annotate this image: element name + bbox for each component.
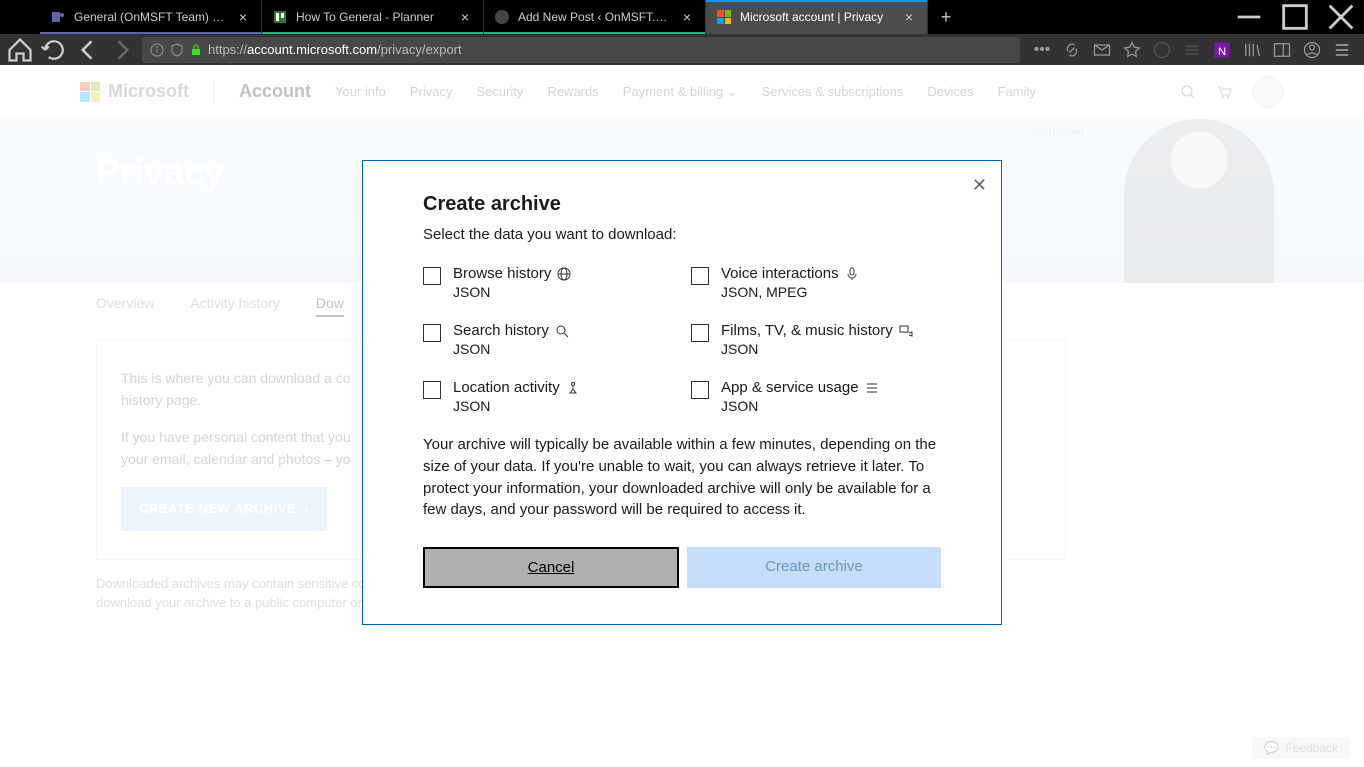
sidebar-icon[interactable] <box>1272 40 1292 60</box>
modal-buttons: Cancel Create archive <box>423 547 941 588</box>
new-tab-button[interactable]: + <box>932 3 960 31</box>
browser-tab[interactable]: How To General - Planner × <box>262 0 484 34</box>
checkbox-label: Search history <box>453 322 549 339</box>
tab-title: Microsoft account | Privacy <box>740 10 893 24</box>
microsoft-icon <box>716 9 732 25</box>
checkbox-label: Browse history <box>453 265 551 282</box>
onenote-icon[interactable]: N <box>1212 40 1232 60</box>
list-icon <box>865 381 879 395</box>
wordpress-icon <box>494 9 510 25</box>
checkbox-label: Voice interactions <box>721 265 839 282</box>
forward-icon <box>108 36 136 64</box>
location-icon <box>566 381 580 395</box>
checkbox-label: Location activity <box>453 379 560 396</box>
url-input[interactable]: https://account.microsoft.com/privacy/ex… <box>142 37 1020 63</box>
close-icon[interactable]: × <box>901 9 917 25</box>
reload-icon[interactable] <box>40 36 68 64</box>
checkbox-format: JSON <box>453 398 580 414</box>
library-icon[interactable] <box>1242 40 1262 60</box>
cancel-button[interactable]: Cancel <box>423 547 679 588</box>
menu-icon[interactable] <box>1332 40 1352 60</box>
tab-title: How To General - Planner <box>296 10 449 24</box>
tab-title: General (OnMSFT Team) | Micr <box>74 10 227 24</box>
tab-title: Add New Post ‹ OnMSFT.com — W <box>518 10 671 24</box>
search-icon <box>555 324 569 338</box>
close-icon[interactable]: ✕ <box>972 175 987 196</box>
lock-icon <box>190 44 202 56</box>
minimize-icon[interactable] <box>1226 0 1272 34</box>
checkbox-app-usage[interactable]: App & service usage JSON <box>691 379 941 414</box>
checkbox-grid: Browse history JSON Voice interactions J… <box>423 265 941 414</box>
checkbox-format: JSON <box>453 341 569 357</box>
modal-title: Create archive <box>423 193 941 216</box>
extension-icon[interactable] <box>1152 40 1172 60</box>
checkbox-browse-history[interactable]: Browse history JSON <box>423 265 673 300</box>
checkbox-label: App & service usage <box>721 379 859 396</box>
info-icon[interactable] <box>150 43 164 57</box>
svg-text:N: N <box>1218 46 1226 58</box>
checkbox-icon[interactable] <box>423 267 441 285</box>
modal-subtitle: Select the data you want to download: <box>423 226 941 243</box>
more-icon[interactable]: ••• <box>1032 40 1052 60</box>
window-controls <box>1226 0 1364 34</box>
home-icon[interactable] <box>6 36 34 64</box>
checkbox-label: Films, TV, & music history <box>721 322 893 339</box>
modal-backdrop: ✕ Create archive Select the data you wan… <box>0 65 1364 767</box>
tab-bar: General (OnMSFT Team) | Micr × How To Ge… <box>0 0 1364 34</box>
checkbox-format: JSON <box>453 284 571 300</box>
shield-icon[interactable] <box>170 43 184 57</box>
mail-icon[interactable] <box>1092 40 1112 60</box>
mic-icon <box>845 267 859 281</box>
checkbox-icon[interactable] <box>691 381 709 399</box>
link-icon[interactable] <box>1062 40 1082 60</box>
checkbox-format: JSON, MPEG <box>721 284 859 300</box>
checkbox-voice[interactable]: Voice interactions JSON, MPEG <box>691 265 941 300</box>
checkbox-location[interactable]: Location activity JSON <box>423 379 673 414</box>
create-archive-submit-button[interactable]: Create archive <box>687 547 941 588</box>
address-bar: https://account.microsoft.com/privacy/ex… <box>0 34 1364 65</box>
window-close-icon[interactable] <box>1318 0 1364 34</box>
checkbox-format: JSON <box>721 398 879 414</box>
create-archive-modal: ✕ Create archive Select the data you wan… <box>362 160 1002 625</box>
checkbox-icon[interactable] <box>691 267 709 285</box>
planner-icon <box>272 9 288 25</box>
checkbox-icon[interactable] <box>423 324 441 342</box>
close-icon[interactable]: × <box>235 9 251 25</box>
maximize-icon[interactable] <box>1272 0 1318 34</box>
globe-icon <box>557 267 571 281</box>
browser-chrome: General (OnMSFT Team) | Micr × How To Ge… <box>0 0 1364 65</box>
star-icon[interactable] <box>1122 40 1142 60</box>
browser-tab-active[interactable]: Microsoft account | Privacy × <box>706 0 928 34</box>
checkbox-search[interactable]: Search history JSON <box>423 322 673 357</box>
teams-icon <box>50 9 66 25</box>
modal-info: Your archive will typically be available… <box>423 434 941 521</box>
extension-icon[interactable] <box>1182 40 1202 60</box>
browser-tab[interactable]: General (OnMSFT Team) | Micr × <box>40 0 262 34</box>
media-icon <box>899 324 913 338</box>
checkbox-icon[interactable] <box>691 324 709 342</box>
close-icon[interactable]: × <box>679 9 695 25</box>
checkbox-icon[interactable] <box>423 381 441 399</box>
browser-tab[interactable]: Add New Post ‹ OnMSFT.com — W × <box>484 0 706 34</box>
back-icon[interactable] <box>74 36 102 64</box>
url-text: https://account.microsoft.com/privacy/ex… <box>208 42 462 57</box>
checkbox-media[interactable]: Films, TV, & music history JSON <box>691 322 941 357</box>
checkbox-format: JSON <box>721 341 913 357</box>
account-icon[interactable] <box>1302 40 1322 60</box>
close-icon[interactable]: × <box>457 9 473 25</box>
